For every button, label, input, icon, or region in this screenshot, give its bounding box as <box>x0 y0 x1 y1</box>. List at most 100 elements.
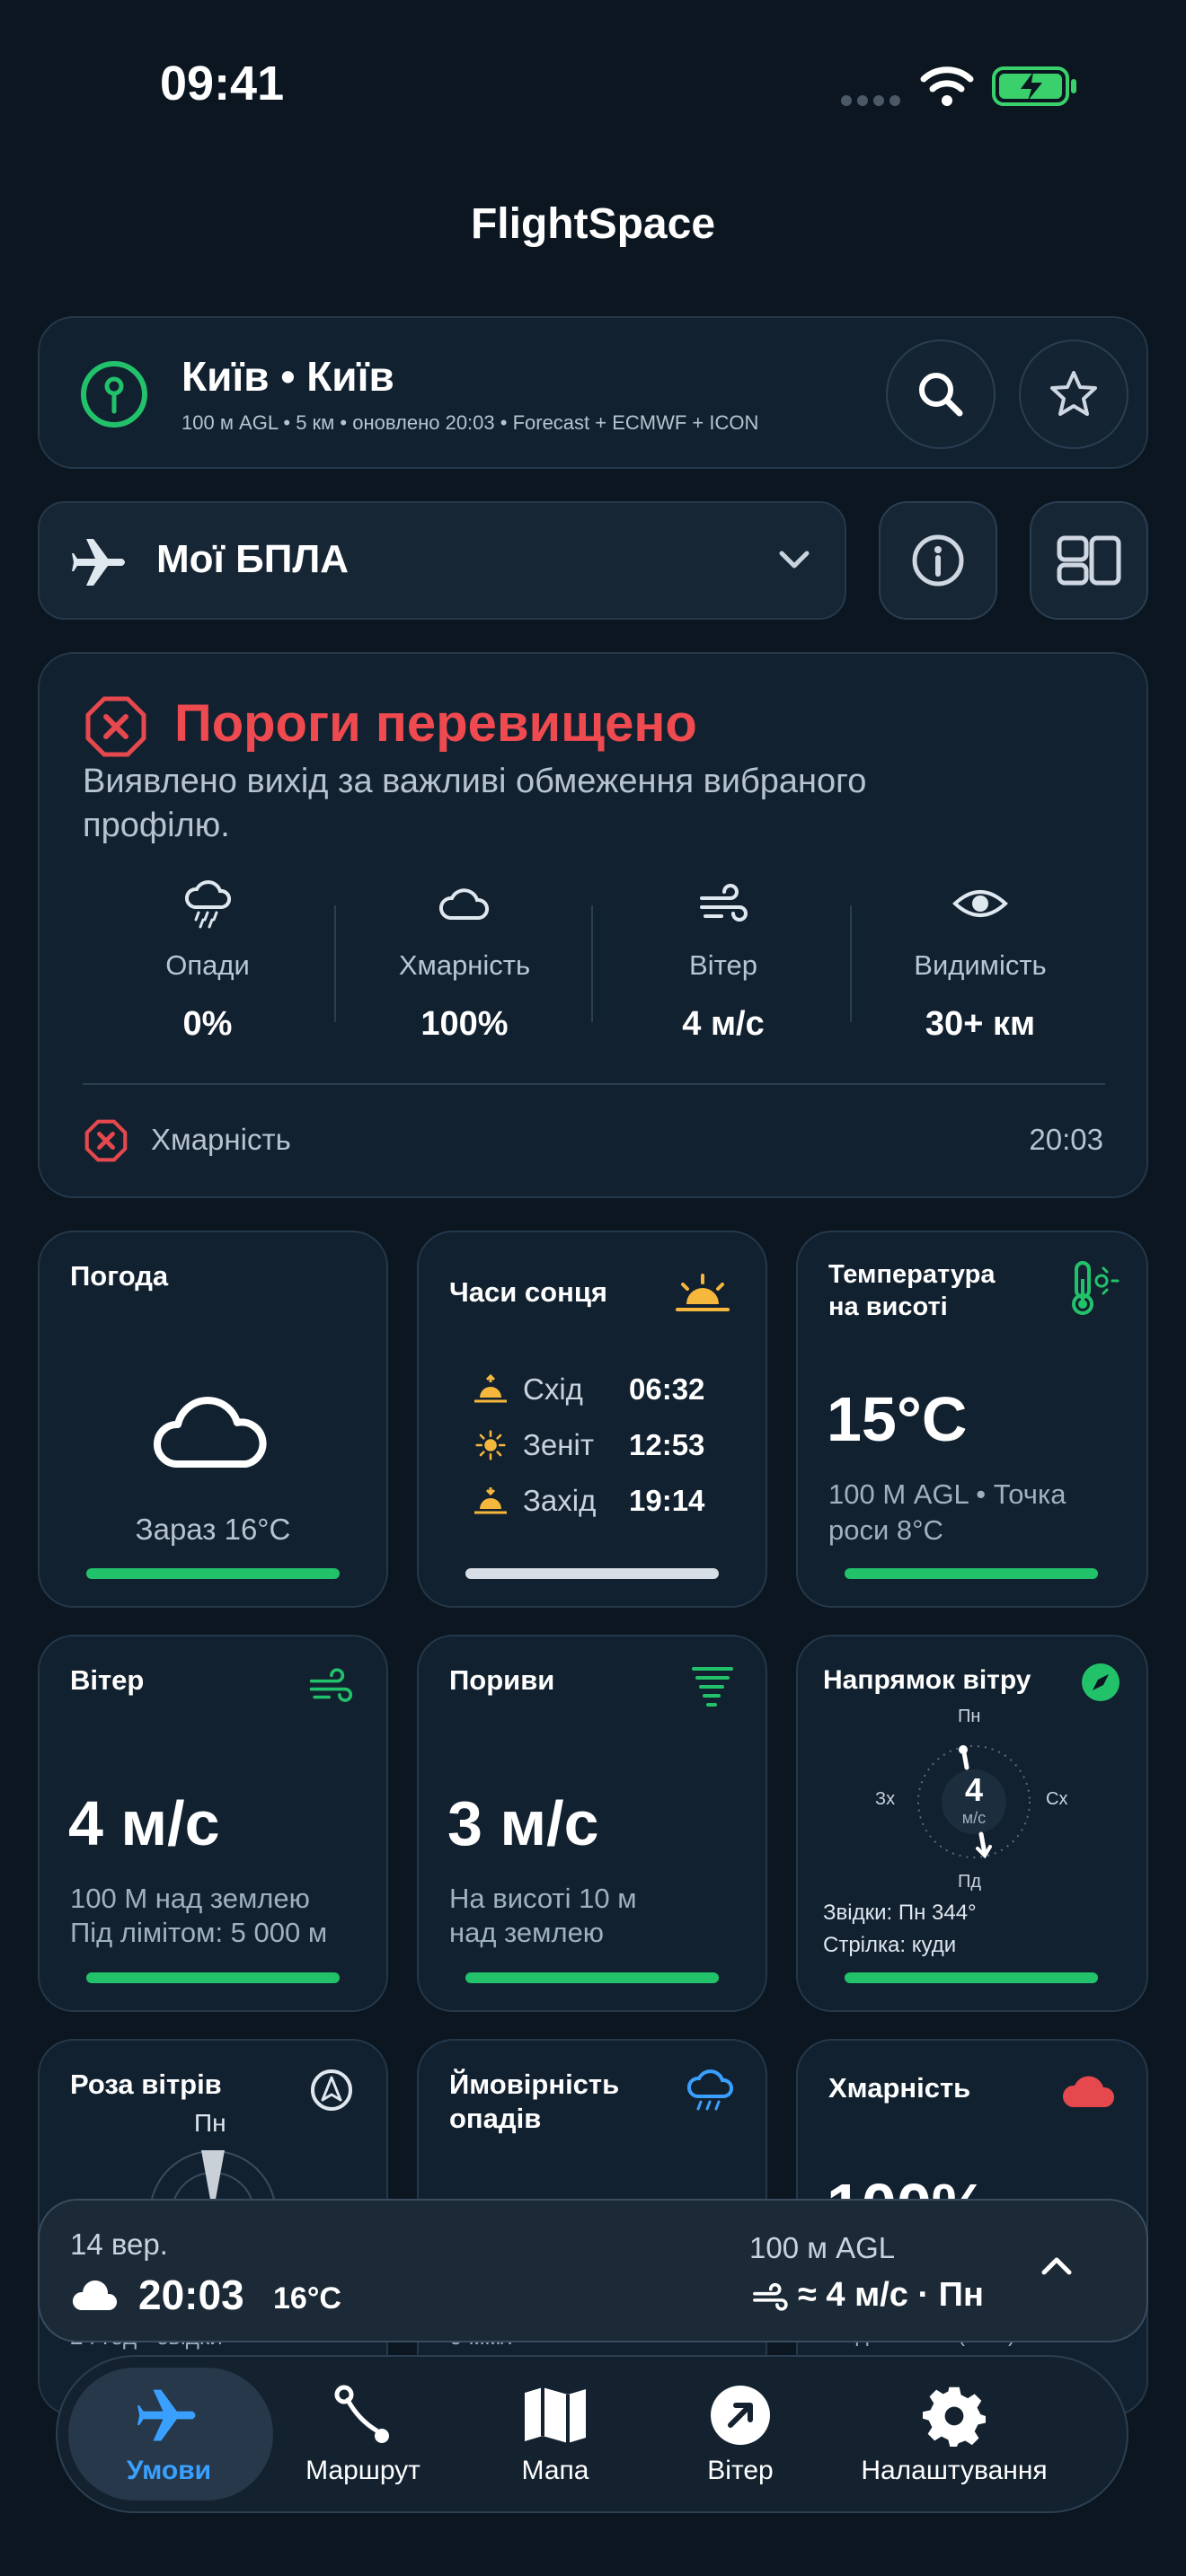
sunset-label: Захід <box>523 1484 597 1517</box>
sunrise-icon <box>474 1374 507 1403</box>
metric-divider <box>591 905 593 1022</box>
rain-cloud-icon <box>185 880 231 929</box>
sunrise-row: Схід 06:32 <box>473 1372 704 1407</box>
tab-settings[interactable]: Налаштування <box>846 2384 1062 2486</box>
sunrise-time: 06:32 <box>629 1372 705 1406</box>
alert-x-icon <box>84 695 147 763</box>
chevron-up-icon[interactable] <box>1037 2251 1076 2286</box>
forecast-date: 14 вер. <box>70 2228 168 2261</box>
compass-n-label: Пн <box>958 1707 981 1726</box>
wind-dir-arrow: Стрілка: куди <box>823 1933 957 1957</box>
compass-s-label: Пд <box>958 1872 982 1892</box>
weather-now: Зараз 16°C <box>135 1513 291 1546</box>
navigation-arrow-icon <box>309 2068 354 2117</box>
metric-wind-label: Вітер <box>689 949 757 981</box>
location-pin-icon <box>79 359 149 434</box>
metric-precip: Опади 0% <box>95 878 320 1044</box>
tab-route-label: Маршрут <box>305 2456 420 2485</box>
search-button[interactable] <box>886 340 996 449</box>
metric-divider <box>334 905 336 1022</box>
wind-dir-title: Напрямок вітру <box>823 1665 1031 1695</box>
battery-charging-icon <box>992 65 1078 112</box>
cloud-icon <box>149 1383 275 1478</box>
wind-icon <box>749 2280 791 2320</box>
sunset-time: 19:14 <box>629 1484 705 1517</box>
tornado-icon <box>690 1663 735 1718</box>
forecast-temp: 16°C <box>273 2281 341 2316</box>
favorite-button[interactable] <box>1019 340 1128 449</box>
chevron-down-icon <box>776 546 812 578</box>
forecast-sheet[interactable]: 14 вер. 20:03 16°C 100 м AGL ≈ 4 м/с · П… <box>38 2199 1148 2342</box>
sunset-icon <box>674 1272 731 1319</box>
wind-direction-tile[interactable]: Напрямок вітру Пн Пд Зх Сх 4 м/с Звідки:… <box>796 1635 1148 2012</box>
map-icon <box>525 2387 586 2443</box>
sun-times-title: Часи сонця <box>449 1276 607 1308</box>
exceeded-label: Хмарність <box>151 1123 291 1156</box>
location-card[interactable]: Київ • Київ 100 м AGL • 5 км • оновлено … <box>38 316 1148 469</box>
sunset-small-icon <box>474 1487 507 1514</box>
tab-wind[interactable]: Вітер <box>651 2384 830 2486</box>
cloud-icon <box>70 2278 120 2318</box>
airplane-icon <box>72 534 129 595</box>
wind-tile[interactable]: Вітер 4 м/с 100 М над землею Під лімітом… <box>38 1635 388 2012</box>
wind-icon <box>305 1663 356 1713</box>
metric-clouds: Хмарність 100% <box>352 878 577 1044</box>
weather-tile-title: Погода <box>70 1260 169 1292</box>
wind-value: 4 м/с <box>68 1788 220 1858</box>
alert-divider <box>83 1083 1105 1085</box>
precip-title-1: Ймовірність <box>449 2069 620 2100</box>
zenith-label: Зеніт <box>523 1428 594 1461</box>
status-time: 09:41 <box>160 57 285 110</box>
forecast-wind: ≈ 4 м/с · Пн <box>798 2276 984 2314</box>
weather-tile[interactable]: Погода Зараз 16°C <box>38 1231 388 1608</box>
wind-dir-unit: м/с <box>961 1809 987 1827</box>
temp-alt-value: 15°C <box>827 1384 968 1454</box>
cloud-icon <box>438 888 489 920</box>
gusts-sub-1: На висоті 10 м <box>449 1883 637 1914</box>
metric-visibility-label: Видимість <box>914 949 1047 981</box>
tab-map[interactable]: Мапа <box>465 2384 645 2486</box>
eye-icon <box>952 890 1008 917</box>
metric-visibility-value: 30+ км <box>925 1005 1036 1043</box>
star-icon <box>1050 371 1097 416</box>
tab-conditions-label: Умови <box>126 2456 212 2485</box>
info-icon <box>912 534 964 587</box>
precip-title-2: опадів <box>449 2103 542 2134</box>
sunrise-label: Схід <box>523 1372 583 1406</box>
zenith-time: 12:53 <box>629 1428 705 1461</box>
gusts-tile[interactable]: Пориви 3 м/с На висоті 10 м над землею <box>417 1635 767 2012</box>
wind-status-bar <box>86 1972 340 1983</box>
gear-icon <box>923 2386 986 2447</box>
gusts-status-bar <box>465 1972 719 1983</box>
compass-icon <box>1080 1662 1121 1707</box>
rain-cloud-icon <box>685 2068 735 2122</box>
metric-wind: Вітер 4 м/с <box>611 878 836 1044</box>
weather-status-bar <box>86 1568 340 1579</box>
metric-precip-value: 0% <box>182 1005 233 1043</box>
info-button[interactable] <box>879 501 997 620</box>
wind-sub-1: 100 М над землею <box>70 1883 310 1914</box>
alert-title: Пороги перевищено <box>174 694 697 753</box>
gusts-value: 3 м/с <box>447 1788 599 1858</box>
temp-alt-title-1: Температура <box>828 1260 996 1289</box>
forecast-time: 20:03 <box>138 2272 244 2318</box>
wifi-icon <box>920 65 974 110</box>
search-icon <box>919 373 963 417</box>
sun-status-bar <box>465 1568 719 1579</box>
sun-times-tile[interactable]: Часи сонця Схід 06:32 Зеніт 12:53 Захід … <box>417 1231 767 1608</box>
tab-conditions[interactable]: Умови <box>79 2384 259 2486</box>
metric-visibility: Видимість 30+ км <box>868 878 1093 1044</box>
compass-w-label: Зх <box>875 1789 896 1809</box>
temp-alt-sub-2: роси 8°C <box>828 1514 943 1546</box>
layout-button[interactable] <box>1030 501 1148 620</box>
forecast-altitude: 100 м AGL <box>749 2231 896 2264</box>
profile-select[interactable]: Мої БПЛА <box>38 501 846 620</box>
temperature-altitude-tile[interactable]: Температура на висоті 15°C 100 М AGL • Т… <box>796 1231 1148 1608</box>
exceeded-x-icon <box>84 1119 128 1167</box>
sunset-row: Захід 19:14 <box>473 1484 704 1518</box>
tab-map-label: Мапа <box>521 2456 589 2485</box>
tab-route[interactable]: Маршрут <box>273 2384 453 2486</box>
metric-wind-value: 4 м/с <box>682 1005 765 1043</box>
exceeded-time: 20:03 <box>1029 1123 1103 1156</box>
layout-grid-icon <box>1057 535 1121 586</box>
